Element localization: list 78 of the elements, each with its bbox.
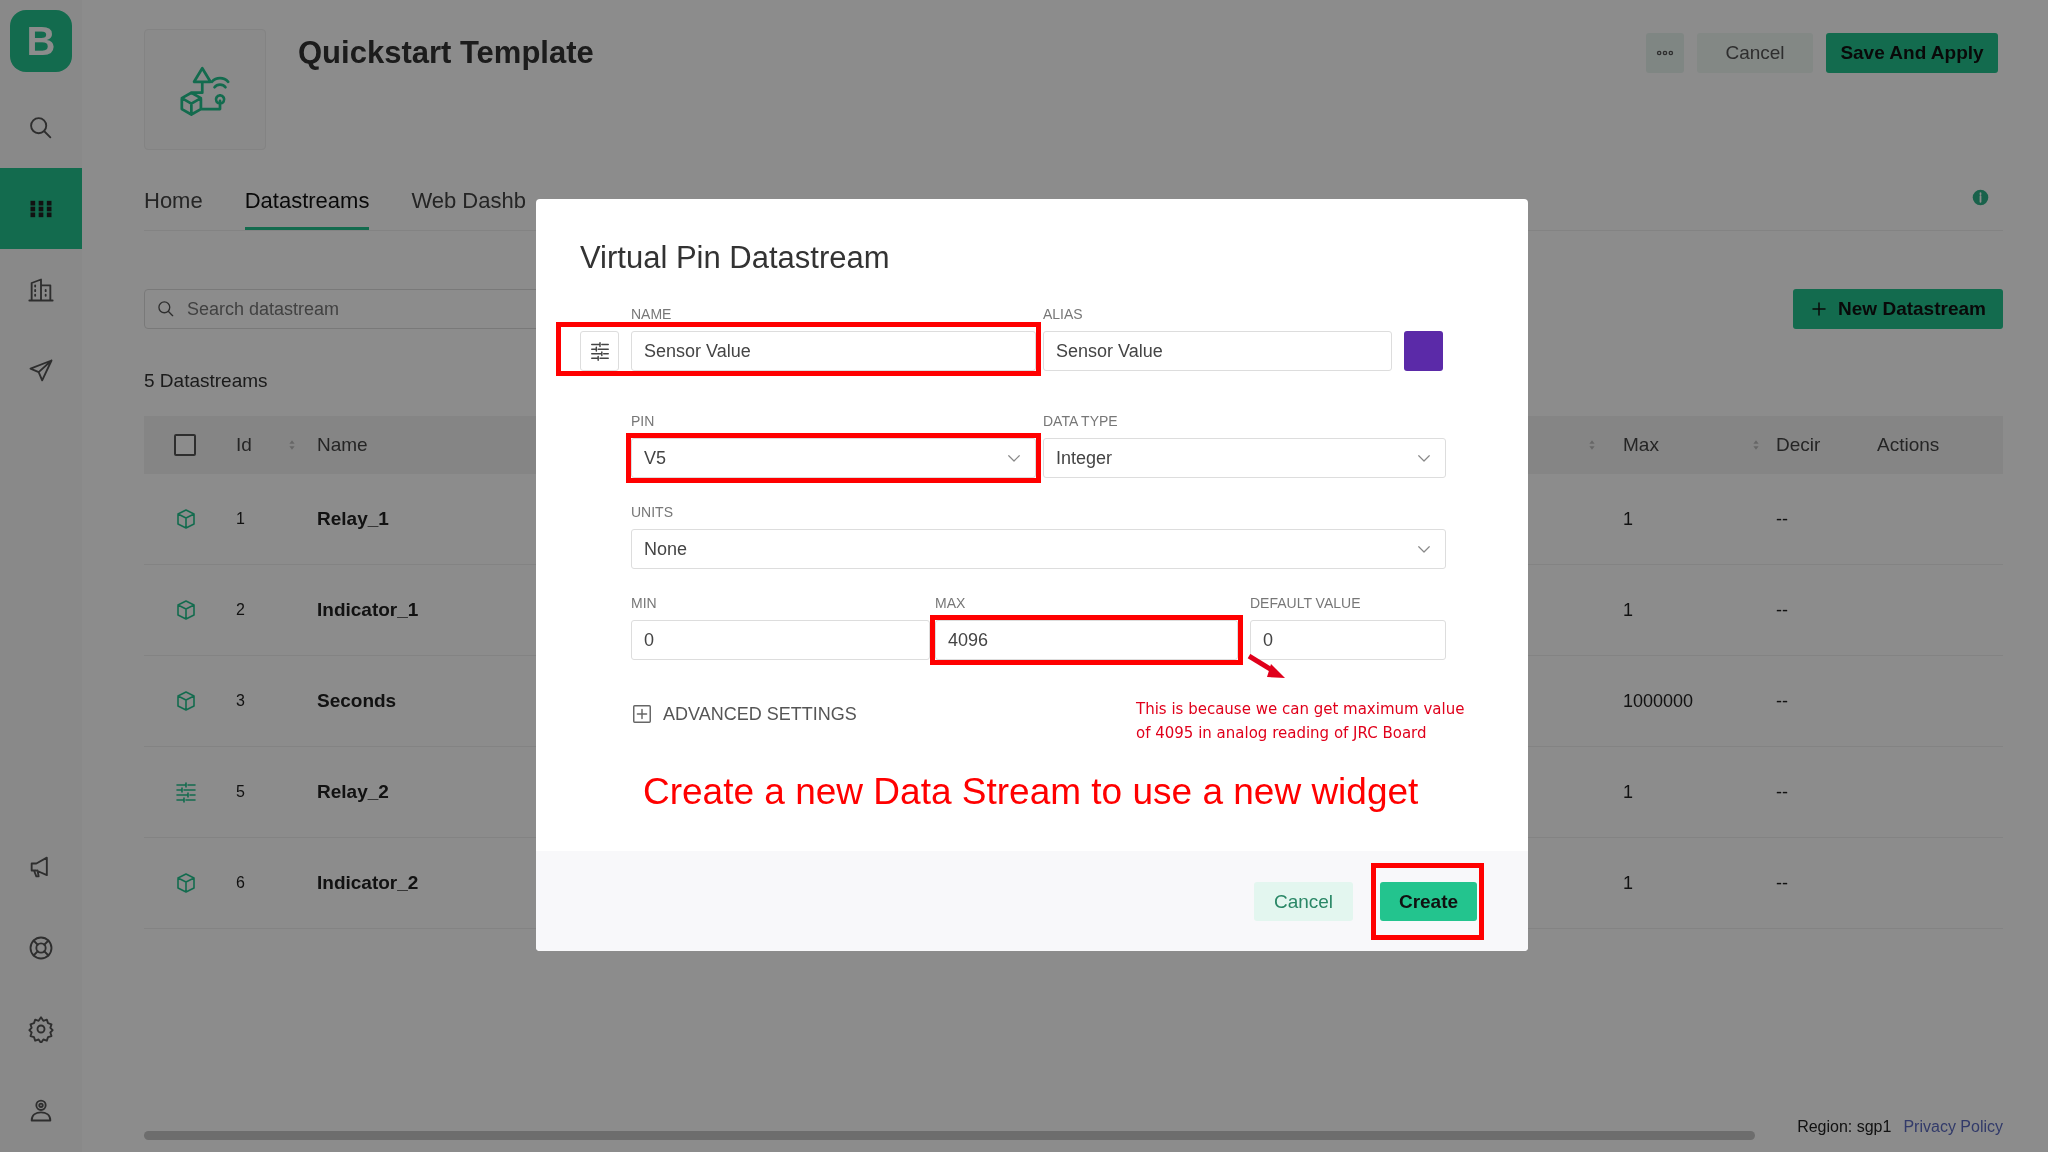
column-header[interactable]: Id bbox=[236, 434, 252, 456]
select-value: V5 bbox=[644, 447, 667, 469]
table-cell: Seconds bbox=[317, 690, 397, 712]
table-cell: 1000000 bbox=[1623, 690, 1694, 712]
column-header[interactable]: Name bbox=[317, 434, 368, 456]
more-button[interactable] bbox=[1646, 33, 1684, 73]
default-value-input[interactable]: 0 bbox=[1250, 620, 1446, 660]
units-select[interactable]: None bbox=[631, 529, 1446, 569]
cancel-button[interactable]: Cancel bbox=[1697, 33, 1813, 73]
table-cell: 6 bbox=[236, 874, 245, 892]
page-title: Quickstart Template bbox=[298, 35, 594, 71]
cube-icon bbox=[174, 689, 198, 713]
column-header[interactable]: Actions bbox=[1877, 434, 1940, 456]
cube-icon bbox=[174, 598, 198, 622]
field-label: PIN bbox=[631, 412, 656, 430]
field-label: ALIAS bbox=[1043, 305, 1083, 323]
select-all-checkbox[interactable] bbox=[174, 434, 196, 456]
table-cell: 2 bbox=[236, 601, 245, 619]
table-cell: -- bbox=[1776, 690, 1788, 712]
table-cell: 5 bbox=[236, 783, 245, 801]
tab[interactable]: Web Dashb bbox=[411, 188, 526, 230]
plus-icon bbox=[1810, 300, 1829, 318]
datastream-type-button[interactable] bbox=[580, 331, 619, 371]
table-cell: 1 bbox=[1623, 599, 1633, 621]
alias-input[interactable]: Sensor Value bbox=[1043, 331, 1392, 371]
settings-icon bbox=[27, 1014, 55, 1043]
max-input[interactable]: 4096 bbox=[935, 620, 1238, 660]
create-button[interactable]: Create bbox=[1380, 882, 1477, 921]
privacy-policy-link[interactable]: Privacy Policy bbox=[1903, 1117, 2003, 1136]
table-cell: -- bbox=[1776, 781, 1788, 803]
field-label: MAX bbox=[935, 594, 967, 612]
save-button[interactable]: Save And Apply bbox=[1826, 33, 1998, 73]
data-type-select[interactable]: Integer bbox=[1043, 438, 1446, 478]
column-header[interactable]: Max bbox=[1623, 434, 1659, 456]
table-cell: Relay_1 bbox=[317, 508, 389, 530]
info-icon bbox=[1972, 189, 1989, 206]
expand-icon bbox=[631, 703, 653, 725]
region-label: Region: sgp1 bbox=[1797, 1117, 1892, 1136]
tab[interactable]: Datastreams bbox=[244, 188, 370, 230]
column-header[interactable]: Decir bbox=[1776, 434, 1821, 456]
field-label: DATA TYPE bbox=[1043, 412, 1119, 430]
color-swatch[interactable] bbox=[1404, 331, 1443, 371]
field-label: MIN bbox=[631, 594, 658, 612]
min-input[interactable]: 0 bbox=[631, 620, 930, 660]
field-label: DEFAULT VALUE bbox=[1250, 594, 1362, 612]
table-cell: -- bbox=[1776, 599, 1788, 621]
advanced-settings-toggle[interactable]: ADVANCED SETTINGS bbox=[631, 703, 857, 725]
field-label: NAME bbox=[631, 305, 673, 323]
table-cell: 1 bbox=[1623, 872, 1633, 894]
sliders-icon bbox=[588, 340, 611, 362]
cube-icon bbox=[174, 507, 198, 531]
table-cell: 3 bbox=[236, 692, 245, 710]
table-cell: 1 bbox=[1623, 508, 1633, 530]
table-cell: Relay_2 bbox=[317, 781, 389, 803]
tab[interactable]: Home bbox=[144, 188, 203, 230]
cancel-button[interactable]: Cancel bbox=[1254, 882, 1353, 921]
pin-select[interactable]: V5 bbox=[631, 438, 1036, 478]
grid-nav-button[interactable] bbox=[0, 168, 82, 249]
datastream-count: 5 Datastreams bbox=[144, 369, 269, 393]
annotation-note: This is because we can get maximum value of 4095 in analog reading of JRC Board bbox=[1136, 699, 1466, 744]
dialog-title: Virtual Pin Datastream bbox=[580, 239, 891, 277]
table-cell: 1 bbox=[1623, 781, 1633, 803]
new-datastream-button[interactable]: New Datastream bbox=[1793, 289, 2003, 329]
select-value: None bbox=[644, 538, 688, 560]
horizontal-scrollbar[interactable] bbox=[144, 1131, 1756, 1140]
name-input[interactable]: Sensor Value bbox=[631, 331, 1036, 371]
table-cell: 1 bbox=[236, 510, 245, 528]
select-value: Integer bbox=[1056, 447, 1113, 469]
table-cell: -- bbox=[1776, 508, 1788, 530]
field-label: UNITS bbox=[631, 503, 674, 521]
search-icon bbox=[156, 299, 176, 319]
annotation-arrow bbox=[1247, 654, 1287, 680]
cube-icon bbox=[174, 871, 198, 895]
table-cell: -- bbox=[1776, 872, 1788, 894]
annotation-caption: Create a new Data Stream to use a new widget bbox=[642, 770, 1420, 814]
sliders-icon bbox=[174, 780, 198, 804]
table-cell: Indicator_2 bbox=[317, 872, 419, 894]
table-cell: Indicator_1 bbox=[317, 599, 419, 621]
